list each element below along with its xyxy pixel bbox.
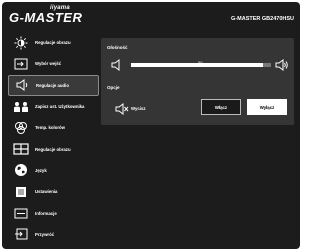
volume-slider-rest xyxy=(263,63,271,67)
sidebar-item-reset[interactable]: Przywróć xyxy=(8,224,99,245)
options-title: Opcje xyxy=(107,85,120,90)
color-temp-icon xyxy=(12,121,30,135)
mute-off-button[interactable]: Wyłącz xyxy=(247,99,287,115)
sidebar-item-image-adjust[interactable]: Regulacje obrazu xyxy=(8,138,99,159)
user-settings-icon xyxy=(12,100,30,114)
sidebar-item-label: Przywróć xyxy=(35,231,55,237)
osd-menu: iiyama G-MASTER G-MASTER GB2470HSU Regul… xyxy=(2,2,300,249)
volume-slider-row: 50 xyxy=(111,58,288,72)
volume-down-icon[interactable] xyxy=(111,58,123,77)
brightness-icon xyxy=(12,36,30,50)
sidebar-item-label: Regulacje obrazu xyxy=(35,146,71,152)
sidebar-item-color-temp[interactable]: Temp. kolorów xyxy=(8,117,99,138)
input-select-icon xyxy=(12,57,30,71)
sidebar-item-information[interactable]: Informacje xyxy=(8,202,99,223)
volume-up-icon[interactable] xyxy=(275,58,289,77)
reset-icon xyxy=(12,227,30,241)
mute-on-button[interactable]: Włącz xyxy=(201,99,241,115)
settings-icon xyxy=(12,185,30,199)
speaker-icon xyxy=(13,78,31,92)
sidebar-item-save-user-settings[interactable]: Zapisz ust. Użytkownika xyxy=(8,96,99,117)
osd-header: iiyama G-MASTER G-MASTER GB2470HSU xyxy=(2,2,300,32)
volume-title: Głośność xyxy=(107,45,128,50)
mute-icon xyxy=(115,102,129,120)
sidebar-item-label: Regulacje audio xyxy=(36,82,69,88)
info-icon xyxy=(12,206,30,220)
sidebar-item-input-select[interactable]: Wybór wejść xyxy=(8,53,99,74)
globe-icon xyxy=(12,163,30,177)
volume-slider-fill xyxy=(131,63,201,67)
sidebar-item-label: Temp. kolorów xyxy=(35,125,66,131)
model-name: G-MASTER GB2470HSU xyxy=(231,16,294,22)
sidebar-item-label: Wybór wejść xyxy=(35,61,62,67)
volume-value: 50 xyxy=(198,60,203,65)
sidebar-item-label: Regulacje obrazu xyxy=(35,40,71,46)
sidebar-item-label: Informacje xyxy=(35,210,57,216)
sidebar-item-language[interactable]: Język xyxy=(8,160,99,181)
sidebar-item-label: Język xyxy=(35,167,47,173)
sidebar-item-label: Zapisz ust. Użytkownika xyxy=(35,104,85,110)
sidebar-item-settings[interactable]: Ustawienia xyxy=(8,181,99,202)
sidebar-menu: Regulacje obrazu Wybór wejść Regulacje a… xyxy=(8,32,99,245)
mute-label: Wycisz xyxy=(131,106,146,111)
volume-slider[interactable]: 50 xyxy=(131,60,271,67)
sidebar-item-picture-adjust[interactable]: Regulacje obrazu xyxy=(8,32,99,53)
sidebar-item-audio-adjust[interactable]: Regulacje audio xyxy=(8,74,99,96)
sidebar-item-label: Ustawienia xyxy=(35,189,58,195)
brand-main-logo: G-MASTER xyxy=(9,10,83,25)
audio-settings-panel: Głośność 50 Opcje Wycisz Włącz Wyłącz xyxy=(101,38,294,125)
image-adjust-icon xyxy=(12,142,30,156)
